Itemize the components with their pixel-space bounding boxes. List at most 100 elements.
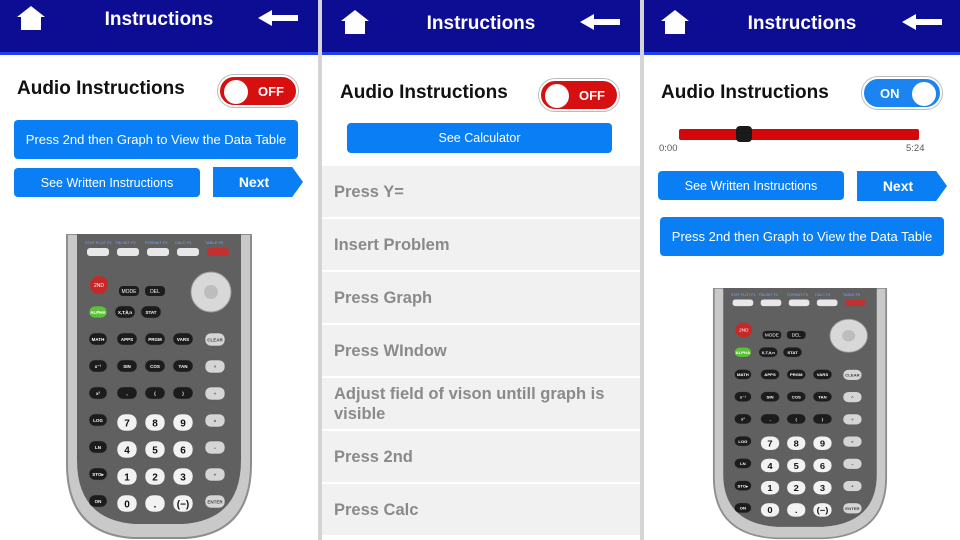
arrow-left-icon[interactable] xyxy=(580,14,620,30)
header-bar: Instructions xyxy=(644,0,960,55)
calculator-key-label: 8 xyxy=(794,439,799,448)
calculator-key-label: MATH xyxy=(92,337,105,342)
step-item: Press WIndow xyxy=(322,325,640,378)
calculator-key-label: LN xyxy=(95,445,101,450)
calculator-key-label: × xyxy=(214,419,217,424)
calculator-key-label: STO▸ xyxy=(738,484,750,489)
written-steps-list: Press Y= Insert Problem Press Graph Pres… xyxy=(322,166,640,537)
step-item: Press Calc xyxy=(322,484,640,537)
calculator-key-label: STAT xyxy=(145,310,156,315)
function-key-label: TBLSET F2 xyxy=(115,240,137,245)
function-key xyxy=(788,299,810,307)
audio-toggle[interactable]: OFF xyxy=(539,79,619,111)
calculator-key-label: 9 xyxy=(180,419,186,430)
header-bar: Instructions xyxy=(322,0,640,55)
function-key xyxy=(732,299,754,307)
calculator-key-label: 3 xyxy=(180,473,186,484)
toggle-state-label: ON xyxy=(880,86,900,101)
calculator-key-label: ON xyxy=(95,499,102,504)
function-key xyxy=(177,248,199,256)
calculator-key-label: MATH xyxy=(737,372,749,377)
function-key-label: FORMAT F3 xyxy=(787,293,808,297)
toggle-state-label: OFF xyxy=(258,84,284,99)
calculator-key-label: 1 xyxy=(124,473,130,484)
audio-toggle[interactable]: ON xyxy=(862,77,942,109)
see-calculator-button[interactable]: See Calculator xyxy=(347,123,612,153)
function-key xyxy=(147,248,169,256)
calculator-key-label: ALPHA xyxy=(736,350,751,355)
calculator-key-label: 8 xyxy=(152,419,158,430)
function-key-label: FORMAT F3 xyxy=(145,240,168,245)
step-item: Press Graph xyxy=(322,272,640,325)
function-key-label: STAT PLOT F1 xyxy=(731,293,756,297)
calculator-key-label: X,T,θ,n xyxy=(762,350,776,355)
toggle-state-label: OFF xyxy=(579,88,605,103)
audio-toggle[interactable]: OFF xyxy=(218,75,298,107)
audio-progress-track[interactable] xyxy=(679,129,919,140)
calculator-key-label: 0 xyxy=(767,506,772,515)
calculator-key-label: APPS xyxy=(764,372,776,377)
calculator-key-label: DEL xyxy=(150,289,160,295)
step-item: Press Y= xyxy=(322,166,640,219)
current-time: 0:00 xyxy=(659,143,678,154)
calculator-key-label: − xyxy=(214,446,217,451)
arrow-left-icon[interactable] xyxy=(902,14,942,30)
step-item: Adjust field of vison untill graph is vi… xyxy=(322,378,640,431)
calculator-key-label: LOG xyxy=(738,439,747,444)
calculator-key-label: DEL xyxy=(792,333,802,338)
calculator-key-label: VARS xyxy=(817,372,829,377)
function-key-label: CALC F4 xyxy=(175,240,192,245)
calculator-key-label: LN xyxy=(740,461,746,466)
calculator-key-label: PRGM xyxy=(148,337,162,342)
calculator-key-label: COS xyxy=(150,364,160,369)
calculator-key-label: COS xyxy=(792,395,801,400)
calculator-key-label: 7 xyxy=(124,419,130,430)
calculator-key-label: 4 xyxy=(124,446,130,457)
instructions-panel-2: Instructions Audio Instructions OFF See … xyxy=(322,0,640,540)
audio-progress-thumb[interactable] xyxy=(735,126,752,142)
calculator-key-label: , xyxy=(769,417,770,422)
step-item: Insert Problem xyxy=(322,219,640,272)
function-key xyxy=(117,248,139,256)
calculator-key-label: ON xyxy=(740,506,746,511)
calculator-key-label: 2 xyxy=(794,484,799,493)
view-data-table-button[interactable]: Press 2nd then Graph to View the Data Ta… xyxy=(14,120,298,159)
next-button[interactable]: Next xyxy=(857,171,947,201)
function-key-label: TABLE F5 xyxy=(843,293,860,297)
calculator-key-label: TAN xyxy=(818,395,826,400)
header-bar: Instructions xyxy=(0,0,318,55)
arrow-left-icon[interactable] xyxy=(258,10,298,26)
calculator-key-label: (−) xyxy=(177,500,190,511)
calculator-key-label: TAN xyxy=(179,364,188,369)
calculator-key-label: ENTER xyxy=(207,500,223,505)
function-key-label: TBLSET F2 xyxy=(759,293,778,297)
step-item: Press 2nd xyxy=(322,431,640,484)
calculator-key-label: x² xyxy=(96,391,101,396)
audio-instructions-label: Audio Instructions xyxy=(661,82,829,103)
dpad-center xyxy=(204,285,218,299)
next-button[interactable]: Next xyxy=(213,167,303,197)
calculator-key-label: + xyxy=(214,473,217,478)
toggle-knob xyxy=(912,82,936,106)
calculator-key-label: x⁻¹ xyxy=(740,395,747,400)
calculator-key-label: 2 xyxy=(152,473,158,484)
calculator-key-label: CLEAR xyxy=(207,338,223,343)
second-key-label: 2ND xyxy=(739,328,748,333)
calculator-key-label: CLEAR xyxy=(845,373,860,378)
calculator-key-label: ^ xyxy=(214,365,217,370)
calculator-key-label: 3 xyxy=(820,484,825,493)
calculator-key-label: SIN xyxy=(123,364,131,369)
audio-instructions-label: Audio Instructions xyxy=(340,82,508,103)
instructions-panel-3: Instructions Audio Instructions ON 0:00 … xyxy=(644,0,960,540)
view-data-table-button[interactable]: Press 2nd then Graph to View the Data Ta… xyxy=(660,217,944,256)
see-written-instructions-button[interactable]: See Written Instructions xyxy=(14,168,200,197)
calculator-key-label: 6 xyxy=(180,446,186,457)
calculator-key-label: 6 xyxy=(820,461,825,470)
see-written-instructions-button[interactable]: See Written Instructions xyxy=(658,171,844,200)
calculator-key-label: x⁻¹ xyxy=(95,364,102,369)
calculator-key-label: 7 xyxy=(767,439,772,448)
calculator-image: STAT PLOT F1 TBLSET F2 FORMAT F3 CALC F4 TAB… xyxy=(66,234,252,539)
calculator-key-label: 1 xyxy=(767,484,772,493)
calculator-key-label: MODE xyxy=(765,333,779,338)
calculator-key-label: STO▸ xyxy=(92,472,104,477)
